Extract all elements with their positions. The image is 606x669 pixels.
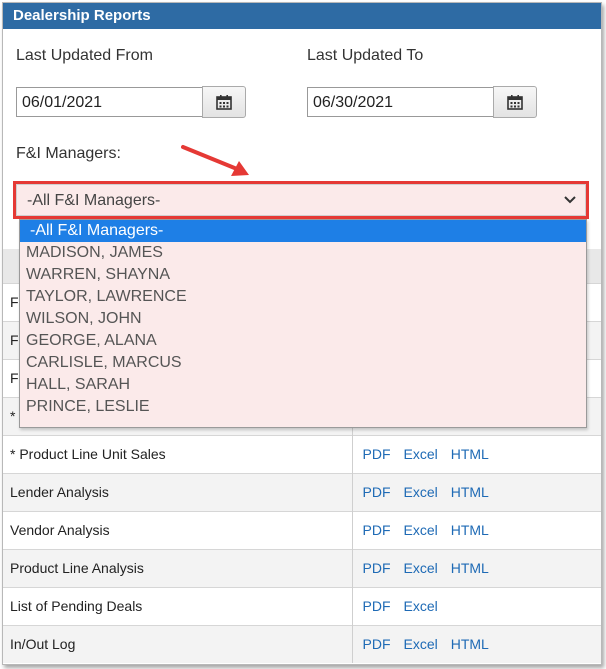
report-links: PDF Excel HTML bbox=[351, 434, 601, 473]
report-link-pdf[interactable]: PDF bbox=[363, 560, 391, 576]
dealership-reports-panel: Dealership Reports Last Updated From Las… bbox=[2, 2, 602, 665]
report-link-pdf[interactable]: PDF bbox=[363, 522, 391, 538]
managers-select-value: -All F&I Managers- bbox=[16, 184, 586, 216]
report-links: PDF Excel HTML bbox=[351, 624, 601, 663]
report-link-html[interactable]: HTML bbox=[451, 446, 489, 462]
dropdown-option[interactable]: WILSON, JOHN bbox=[20, 308, 586, 330]
report-name: In/Out Log bbox=[3, 624, 352, 663]
from-calendar-button[interactable] bbox=[202, 86, 246, 118]
from-date-input[interactable] bbox=[16, 87, 202, 117]
calendar-icon bbox=[216, 95, 232, 110]
table-row: Vendor Analysis PDF Excel HTML bbox=[3, 510, 601, 549]
from-date-label: Last Updated From bbox=[16, 47, 153, 64]
table-row: * Product Line Unit Sales PDF Excel HTML bbox=[3, 434, 601, 473]
report-link-pdf[interactable]: PDF bbox=[363, 598, 391, 614]
report-link-html[interactable]: HTML bbox=[451, 484, 489, 500]
report-link-excel[interactable]: Excel bbox=[404, 598, 438, 614]
report-links: PDF Excel HTML bbox=[351, 548, 601, 587]
report-link-pdf[interactable]: PDF bbox=[363, 636, 391, 652]
dropdown-option[interactable]: GEORGE, ALANA bbox=[20, 330, 586, 352]
from-date-group bbox=[16, 86, 246, 119]
dropdown-option[interactable]: HALL, SARAH bbox=[20, 374, 586, 396]
report-link-excel[interactable]: Excel bbox=[404, 446, 438, 462]
dropdown-option[interactable]: WARREN, SHAYNA bbox=[20, 264, 586, 286]
managers-dropdown-list: -All F&I Managers- MADISON, JAMES WARREN… bbox=[19, 219, 587, 428]
managers-select[interactable]: -All F&I Managers- bbox=[13, 181, 589, 219]
dropdown-option[interactable]: CARLISLE, MARCUS bbox=[20, 352, 586, 374]
report-link-html[interactable]: HTML bbox=[451, 636, 489, 652]
dropdown-option[interactable]: -All F&I Managers- bbox=[20, 220, 586, 242]
annotation-arrow-icon bbox=[181, 145, 249, 176]
to-date-group bbox=[307, 86, 537, 119]
report-link-pdf[interactable]: PDF bbox=[363, 446, 391, 462]
table-row: List of Pending Deals PDF Excel bbox=[3, 586, 601, 625]
report-link-excel[interactable]: Excel bbox=[404, 484, 438, 500]
report-name: Product Line Analysis bbox=[3, 548, 352, 587]
report-name: * Product Line Unit Sales bbox=[3, 434, 352, 473]
to-date-input[interactable] bbox=[307, 87, 493, 117]
dropdown-option[interactable]: PRINCE, LESLIE bbox=[20, 396, 586, 418]
chevron-down-icon bbox=[564, 196, 576, 204]
report-link-html[interactable]: HTML bbox=[451, 560, 489, 576]
report-link-html[interactable]: HTML bbox=[451, 522, 489, 538]
to-calendar-button[interactable] bbox=[493, 86, 537, 118]
managers-label: F&I Managers: bbox=[16, 145, 121, 162]
to-date-label: Last Updated To bbox=[307, 47, 424, 64]
panel-title: Dealership Reports bbox=[3, 3, 601, 29]
table-row: Lender Analysis PDF Excel HTML bbox=[3, 472, 601, 511]
calendar-icon bbox=[507, 95, 523, 110]
report-link-excel[interactable]: Excel bbox=[404, 560, 438, 576]
report-link-pdf[interactable]: PDF bbox=[363, 484, 391, 500]
report-link-excel[interactable]: Excel bbox=[404, 636, 438, 652]
report-name: Lender Analysis bbox=[3, 472, 352, 511]
dropdown-option[interactable]: TAYLOR, LAWRENCE bbox=[20, 286, 586, 308]
report-link-excel[interactable]: Excel bbox=[404, 522, 438, 538]
table-row: In/Out Log PDF Excel HTML bbox=[3, 624, 601, 663]
dropdown-option[interactable]: MADISON, JAMES bbox=[20, 242, 586, 264]
report-name: Vendor Analysis bbox=[3, 510, 352, 549]
report-links: PDF Excel HTML bbox=[351, 510, 601, 549]
report-links: PDF Excel HTML bbox=[351, 472, 601, 511]
table-row: Product Line Analysis PDF Excel HTML bbox=[3, 548, 601, 587]
report-links: PDF Excel bbox=[351, 586, 601, 625]
report-name: List of Pending Deals bbox=[3, 586, 352, 625]
